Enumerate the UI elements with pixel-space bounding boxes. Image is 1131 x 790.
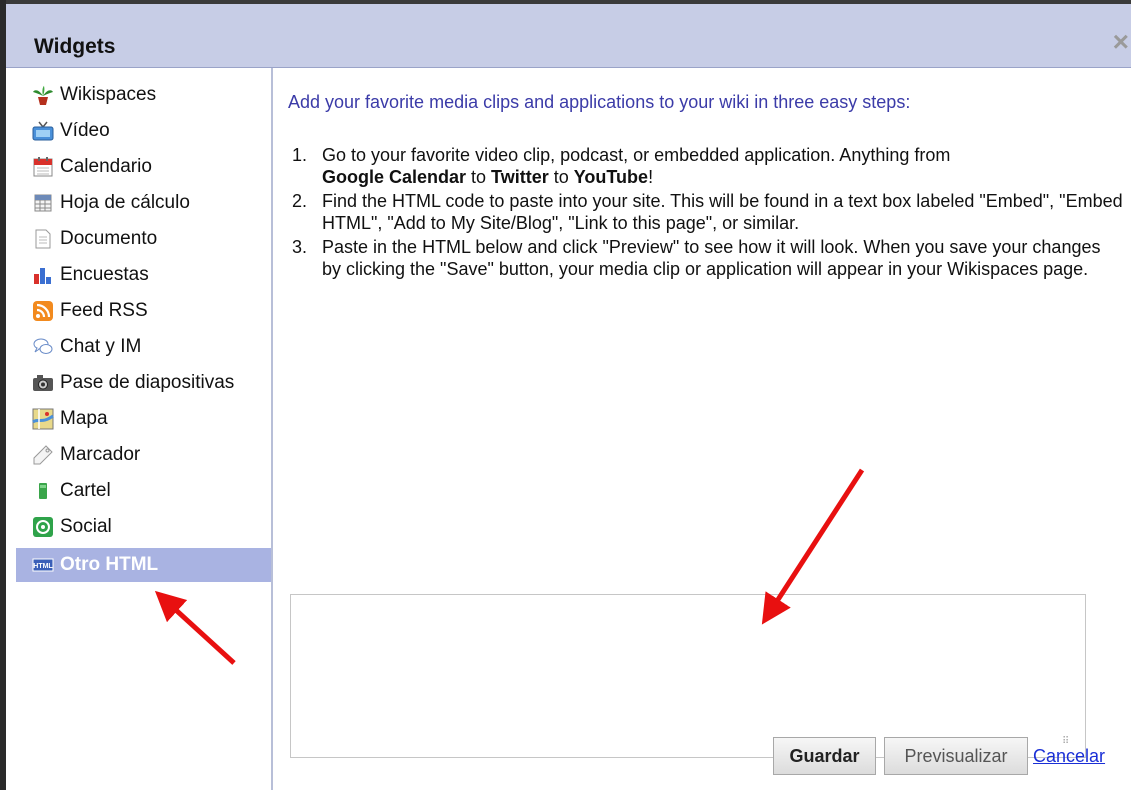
sidebar-item-polls[interactable]: Encuestas xyxy=(16,258,271,292)
step-item: 2. Find the HTML code to paste into your… xyxy=(288,190,1123,234)
html-embed-textarea[interactable] xyxy=(290,594,1086,758)
save-button[interactable]: Guardar xyxy=(773,737,876,775)
svg-text:HTML: HTML xyxy=(33,563,53,570)
sidebar-item-label: Otro HTML xyxy=(60,554,159,575)
video-tv-icon xyxy=(32,120,54,142)
sidebar-item-social[interactable]: Social xyxy=(16,510,271,544)
widget-sidebar: Wikispaces Vídeo Calendario Hoja de cálc… xyxy=(16,68,273,790)
step-text: Go to your favorite video clip, podcast,… xyxy=(322,145,951,165)
step-item: 1. Go to your favorite video clip, podca… xyxy=(288,144,1123,188)
step-text: ! xyxy=(648,167,654,187)
step-number: 3. xyxy=(292,237,308,257)
sidebar-item-wikispaces[interactable]: Wikispaces xyxy=(16,78,271,112)
sidebar-item-video[interactable]: Vídeo xyxy=(16,114,271,148)
step-number: 1. xyxy=(292,145,308,165)
document-icon xyxy=(32,228,54,250)
sidebar-item-calendar[interactable]: Calendario xyxy=(16,150,271,184)
widget-content: Add your favorite media clips and applic… xyxy=(288,68,1128,790)
sidebar-item-label: Calendario xyxy=(60,156,152,177)
html-icon: HTML xyxy=(32,554,54,576)
preview-button[interactable]: Previsualizar xyxy=(884,737,1028,775)
sidebar-item-label: Social xyxy=(60,516,112,537)
twitter-text: Twitter xyxy=(491,167,549,187)
steps-list: 1. Go to your favorite video clip, podca… xyxy=(288,144,1123,282)
cancel-link[interactable]: Cancelar xyxy=(1033,746,1105,767)
dialog-titlebar: Widgets × xyxy=(6,4,1131,68)
step-text: Find the HTML code to paste into your si… xyxy=(322,191,1123,233)
step-text: Paste in the HTML below and click "Previ… xyxy=(322,237,1101,279)
dialog-title: Widgets xyxy=(34,35,116,58)
wikispaces-plant-icon xyxy=(32,84,54,106)
sidebar-item-label: Hoja de cálculo xyxy=(60,192,190,213)
sidebar-item-label: Encuestas xyxy=(60,264,149,285)
sidebar-item-label: Marcador xyxy=(60,444,141,465)
sidebar-item-label: Cartel xyxy=(60,480,111,501)
google-calendar-text: Google Calendar xyxy=(322,167,467,187)
step-item: 3. Paste in the HTML below and click "Pr… xyxy=(288,236,1123,280)
sidebar-item-other-html[interactable]: HTML Otro HTML xyxy=(16,548,271,582)
close-icon[interactable]: × xyxy=(1113,28,1129,56)
window-frame-left xyxy=(0,0,6,790)
bar-chart-icon xyxy=(32,264,54,286)
sidebar-item-label: Mapa xyxy=(60,408,108,429)
chat-bubbles-icon xyxy=(32,336,54,358)
step-text: to xyxy=(548,167,574,187)
step-number: 2. xyxy=(292,191,308,211)
tag-icon xyxy=(32,444,54,466)
spreadsheet-icon xyxy=(32,192,54,214)
sidebar-item-chat[interactable]: Chat y IM xyxy=(16,330,271,364)
intro-text: Add your favorite media clips and applic… xyxy=(288,92,911,112)
sidebar-item-label: Documento xyxy=(60,228,158,249)
calendar-icon xyxy=(32,156,54,178)
sidebar-item-label: Feed RSS xyxy=(60,300,148,321)
sidebar-item-spreadsheet[interactable]: Hoja de cálculo xyxy=(16,186,271,220)
youtube-text: YouTube xyxy=(573,167,649,187)
poster-icon xyxy=(32,480,54,502)
sidebar-item-slideshow[interactable]: Pase de diapositivas xyxy=(16,366,271,400)
sidebar-item-rss[interactable]: Feed RSS xyxy=(16,294,271,328)
sidebar-item-document[interactable]: Documento xyxy=(16,222,271,256)
map-icon xyxy=(32,408,54,430)
sidebar-item-label: Pase de diapositivas xyxy=(60,372,235,393)
rss-icon xyxy=(32,300,54,322)
sidebar-item-bookmark[interactable]: Marcador xyxy=(16,438,271,472)
camera-icon xyxy=(32,372,54,394)
sidebar-item-label: Wikispaces xyxy=(60,84,157,105)
social-icon xyxy=(32,516,54,538)
sidebar-item-label: Vídeo xyxy=(60,120,110,141)
sidebar-item-map[interactable]: Mapa xyxy=(16,402,271,436)
sidebar-item-poster[interactable]: Cartel xyxy=(16,474,271,508)
sidebar-item-label: Chat y IM xyxy=(60,336,142,357)
step-text: to xyxy=(466,167,492,187)
